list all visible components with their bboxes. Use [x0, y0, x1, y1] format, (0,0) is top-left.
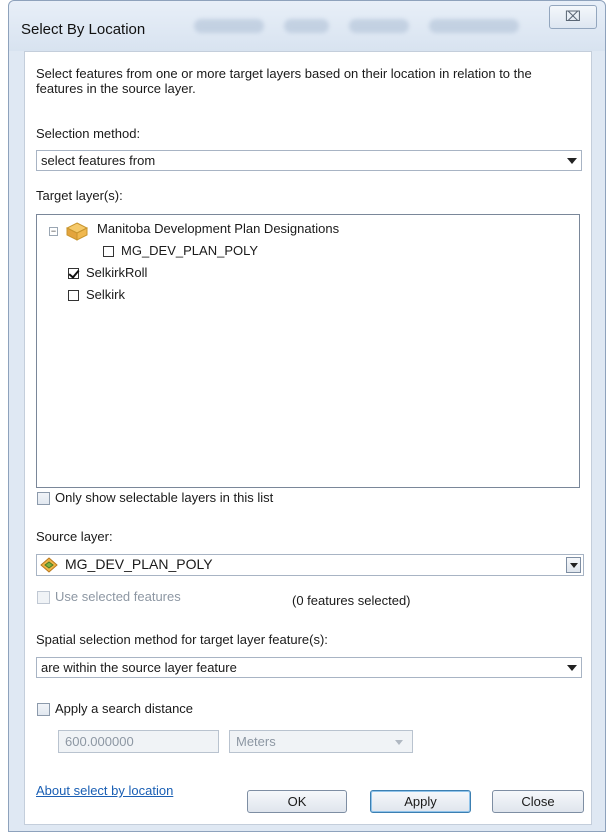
- title-bar-background-blur: [429, 19, 519, 33]
- description-text: Select features from one or more target …: [36, 66, 532, 96]
- layer-item-label: SelkirkRoll: [86, 265, 148, 280]
- title-bar-background-blur: [349, 19, 409, 33]
- title-bar-background-blur: [284, 19, 329, 33]
- target-layers-list[interactable]: − Manitoba Development Plan Designations…: [36, 214, 580, 488]
- apply-button[interactable]: Apply: [370, 790, 471, 813]
- features-selected-count: (0 features selected): [292, 593, 411, 608]
- spatial-method-value: are within the source layer feature: [41, 660, 237, 675]
- distance-unit-dropdown[interactable]: Meters: [229, 730, 413, 753]
- distance-unit-value: Meters: [236, 734, 276, 749]
- selection-method-label: Selection method:: [36, 126, 141, 141]
- about-select-by-location-link[interactable]: About select by location: [36, 783, 173, 798]
- polygon-layer-icon: [40, 557, 58, 573]
- layer-checkbox[interactable]: [68, 290, 79, 301]
- only-selectable-checkbox[interactable]: [37, 492, 50, 505]
- window-close-button[interactable]: ⌧: [549, 5, 597, 29]
- layer-group-icon: [66, 222, 88, 241]
- select-by-location-dialog: Select By Location ⌧ Select features fro…: [8, 0, 606, 832]
- close-icon: ⌧: [564, 8, 582, 24]
- use-selected-label: Use selected features: [55, 589, 181, 604]
- layer-item-label: MG_DEV_PLAN_POLY: [121, 243, 259, 258]
- search-distance-checkbox[interactable]: [37, 703, 50, 716]
- search-distance-value: 600.000000: [65, 734, 134, 749]
- chevron-down-icon: [567, 158, 577, 164]
- layer-checkbox[interactable]: [103, 246, 114, 257]
- search-distance-input[interactable]: 600.000000: [58, 730, 219, 753]
- title-bar[interactable]: Select By Location ⌧: [9, 1, 605, 51]
- ok-button[interactable]: OK: [247, 790, 347, 813]
- source-layer-dropdown-button[interactable]: [566, 557, 581, 573]
- chevron-down-icon: [570, 563, 578, 568]
- chevron-down-icon: [567, 665, 577, 671]
- close-button[interactable]: Close: [492, 790, 584, 813]
- use-selected-checkbox[interactable]: [37, 591, 50, 604]
- spatial-method-dropdown[interactable]: are within the source layer feature: [36, 657, 582, 678]
- collapse-group-icon[interactable]: −: [49, 227, 58, 236]
- search-distance-label: Apply a search distance: [55, 701, 194, 716]
- dialog-body: Select features from one or more target …: [24, 51, 592, 825]
- window-title: Select By Location: [21, 21, 146, 38]
- chevron-down-icon: [395, 740, 403, 745]
- only-selectable-label: Only show selectable layers in this list: [55, 490, 274, 505]
- spatial-method-label: Spatial selection method for target laye…: [36, 632, 328, 647]
- title-bar-background-blur: [194, 19, 264, 33]
- selection-method-dropdown[interactable]: select features from: [36, 150, 582, 171]
- source-layer-dropdown[interactable]: MG_DEV_PLAN_POLY: [36, 554, 584, 576]
- layer-checkbox[interactable]: [68, 268, 79, 279]
- target-layers-label: Target layer(s):: [36, 188, 123, 203]
- source-layer-value: MG_DEV_PLAN_POLY: [65, 556, 213, 572]
- source-layer-label: Source layer:: [36, 529, 113, 544]
- layer-group-name: Manitoba Development Plan Designations: [97, 221, 340, 236]
- layer-item-label: Selkirk: [86, 287, 126, 302]
- selection-method-value: select features from: [41, 153, 156, 168]
